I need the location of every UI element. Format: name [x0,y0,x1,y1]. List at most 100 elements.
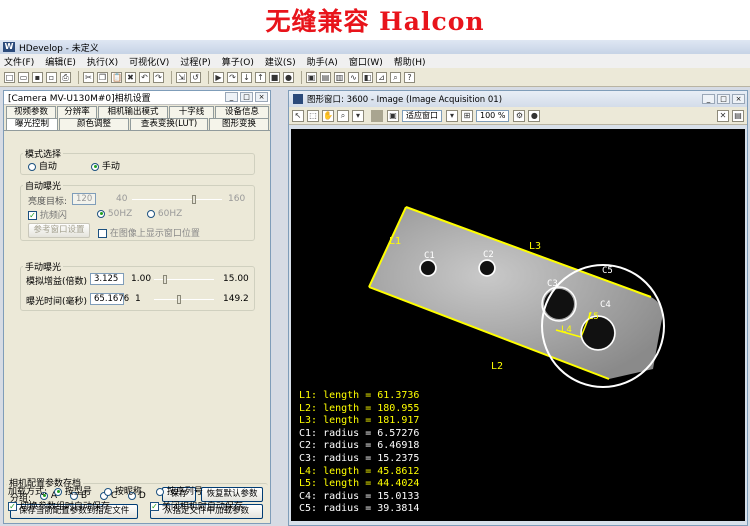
copy-icon[interactable]: ❐ [97,71,108,83]
menu-suggestions[interactable]: 建议(S) [265,55,296,68]
load-by-type-radio[interactable] [54,487,62,496]
cut-icon[interactable]: ✂ [83,71,94,83]
save-as-icon[interactable]: ▫ [46,71,57,83]
exposure-slider[interactable] [154,295,214,304]
mode-manual-radio[interactable] [91,162,99,171]
zoom-options-icon[interactable]: ▾ [352,109,364,122]
menu-edit[interactable]: 编辑(E) [45,55,76,68]
breakpoint-icon[interactable]: ● [283,71,294,83]
menu-visualize[interactable]: 可视化(V) [129,55,169,68]
hz50-option[interactable]: 50HZ [97,209,132,219]
profile-icon[interactable]: ∿ [348,71,359,83]
menu-help[interactable]: 帮助(H) [394,55,426,68]
menu-file[interactable]: 文件(F) [4,55,34,68]
gain-thumb[interactable] [163,275,167,284]
inspect-icon[interactable]: ⌕ [390,71,401,83]
pan-icon[interactable]: ✋ [322,109,334,122]
zoom-mode-select[interactable]: 适应窗口 [402,109,442,122]
brightness-input[interactable]: 120 [72,193,96,205]
zoom-icon[interactable]: ⌕ [337,109,349,122]
close-icon[interactable]: × [255,92,268,102]
open-icon[interactable]: ▭ [18,71,29,83]
load-by-serial-option[interactable]: 按序列号 [156,484,203,497]
menu-procedures[interactable]: 过程(P) [180,55,210,68]
stop-icon[interactable]: ■ [269,71,280,83]
tab-resolution[interactable]: 分辨率 [57,106,97,118]
hz50-radio[interactable] [97,209,105,218]
undo-icon[interactable]: ↶ [139,71,150,83]
mode-auto-radio[interactable] [28,162,36,171]
tab-video-params[interactable]: 视频参数 [6,106,56,118]
zoom-fit-icon[interactable]: ⊞ [461,109,473,122]
hz60-radio[interactable] [147,209,155,218]
color-icon[interactable]: ● [528,109,541,122]
maximize-icon[interactable]: □ [240,92,253,102]
load-by-type-option[interactable]: 按型号 [54,484,92,497]
gw-maximize-icon[interactable]: □ [717,94,730,104]
brightness-thumb[interactable] [192,195,196,204]
tab-device-info[interactable]: 设备信息 [215,106,269,118]
show-window-checkbox[interactable] [98,229,107,238]
select-icon[interactable]: ⬚ [307,109,319,122]
ref-window-button[interactable]: 参考窗口设置 [28,223,90,238]
menu-assistants[interactable]: 助手(A) [307,55,338,68]
gw-minimize-icon[interactable]: _ [702,94,715,104]
load-by-name-option[interactable]: 按昵称 [104,484,142,497]
tab-crosshair[interactable]: 十字线 [169,106,214,118]
zoom-percent-select[interactable]: 100 % [476,109,510,122]
mode-auto-option[interactable]: 自动 [28,159,57,172]
region-icon[interactable]: ◧ [362,71,373,83]
pointer-icon[interactable]: ↖ [292,109,304,122]
image-icon[interactable]: ▤ [320,71,331,83]
brightness-slider[interactable] [132,195,222,204]
gw-close-icon[interactable]: × [732,94,745,104]
gain-slider[interactable] [154,275,214,284]
print-icon[interactable]: ⎙ [60,71,71,83]
exposure-input[interactable]: 65.1676 [90,293,129,305]
load-by-name-radio[interactable] [104,487,112,496]
step-over-icon[interactable]: ↷ [227,71,238,83]
insert-icon[interactable]: ⇲ [176,71,187,83]
menu-window[interactable]: 窗口(W) [349,55,383,68]
flicker-option[interactable]: ✓ 抗频闪 [28,208,67,221]
run-icon[interactable]: ▶ [213,71,224,83]
auto-save-close-option[interactable]: ✓ 关闭相机时自动保存 [150,499,243,512]
measure-icon[interactable]: ⊿ [376,71,387,83]
flicker-checkbox[interactable]: ✓ [28,211,37,220]
histogram-icon[interactable]: ▥ [334,71,345,83]
gain-input[interactable]: 3.125 [90,273,124,285]
save-icon[interactable]: ▪ [32,71,43,83]
menu-operators[interactable]: 算子(O) [222,55,254,68]
redo-icon[interactable]: ↷ [153,71,164,83]
load-by-serial-radio[interactable] [156,487,164,496]
label-l3: L3 [529,241,541,252]
auto-save-switch-checkbox[interactable]: ✓ [8,502,17,511]
hz60-option[interactable]: 60HZ [147,209,182,219]
new-icon[interactable]: □ [4,71,15,83]
tab-exposure[interactable]: 曝光控制 [6,118,58,130]
help-icon[interactable]: ? [404,71,415,83]
paste-icon[interactable]: 📋 [111,71,122,83]
step-out-icon[interactable]: ↑ [255,71,266,83]
menu-execute[interactable]: 执行(X) [87,55,118,68]
show-window-option[interactable]: 在图像上显示窗口位置 [98,226,200,239]
zoom-mode-dropdown-icon[interactable]: ▾ [446,109,458,122]
image-canvas[interactable]: L1 L2 L3 L4 L5 C1 C2 C3 C4 C5 L1: length… [291,129,745,521]
tab-lut[interactable]: 查表变换(LUT) [130,118,208,130]
graphics-window-icon[interactable]: ▣ [306,71,317,83]
auto-save-close-checkbox[interactable]: ✓ [150,502,159,511]
tab-color[interactable]: 颜色调整 [59,118,129,130]
tab-output-mode[interactable]: 相机输出模式 [98,106,168,118]
window-list-icon[interactable]: ▤ [732,109,744,122]
minimize-icon[interactable]: _ [225,92,238,102]
delete-icon[interactable]: ✖ [125,71,136,83]
tools-icon[interactable]: ✕ [717,109,729,122]
step-into-icon[interactable]: ↓ [241,71,252,83]
tab-transform[interactable]: 图形变换 [209,118,269,130]
mode-manual-option[interactable]: 手动 [91,159,120,172]
exposure-thumb[interactable] [177,295,181,304]
reset-icon[interactable]: ↺ [190,71,201,83]
settings-icon[interactable]: ⚙ [513,109,526,122]
auto-save-switch-option[interactable]: ✓ 切换参数组时自动保存 [8,499,110,512]
fit-window-icon[interactable]: ▣ [387,109,399,122]
